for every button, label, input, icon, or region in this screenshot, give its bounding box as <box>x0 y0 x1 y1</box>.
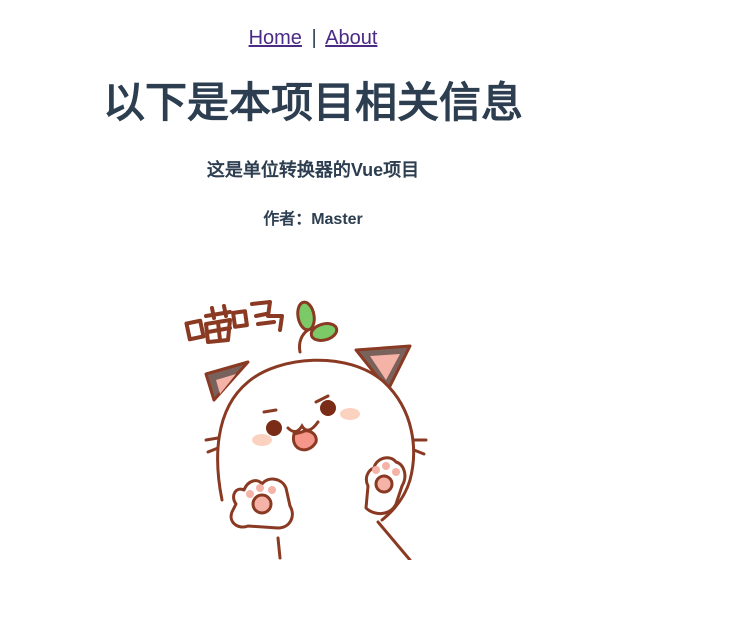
page-title: 以下是本项目相关信息 <box>102 79 523 126</box>
nav-separator: | <box>311 27 317 49</box>
nav-link-about[interactable]: About <box>325 27 377 49</box>
nav-link-home[interactable]: Home <box>249 27 302 49</box>
cat-sticker-image <box>184 300 428 560</box>
app-root: Home | About 以下是本项目相关信息 这是单位转换器的Vue项目 作者… <box>0 0 626 631</box>
author-line: 作者：Master <box>263 211 363 228</box>
sticker-caption-art <box>184 300 284 344</box>
top-nav: Home | About <box>0 26 626 50</box>
project-subtitle: 这是单位转换器的Vue项目 <box>206 160 420 180</box>
